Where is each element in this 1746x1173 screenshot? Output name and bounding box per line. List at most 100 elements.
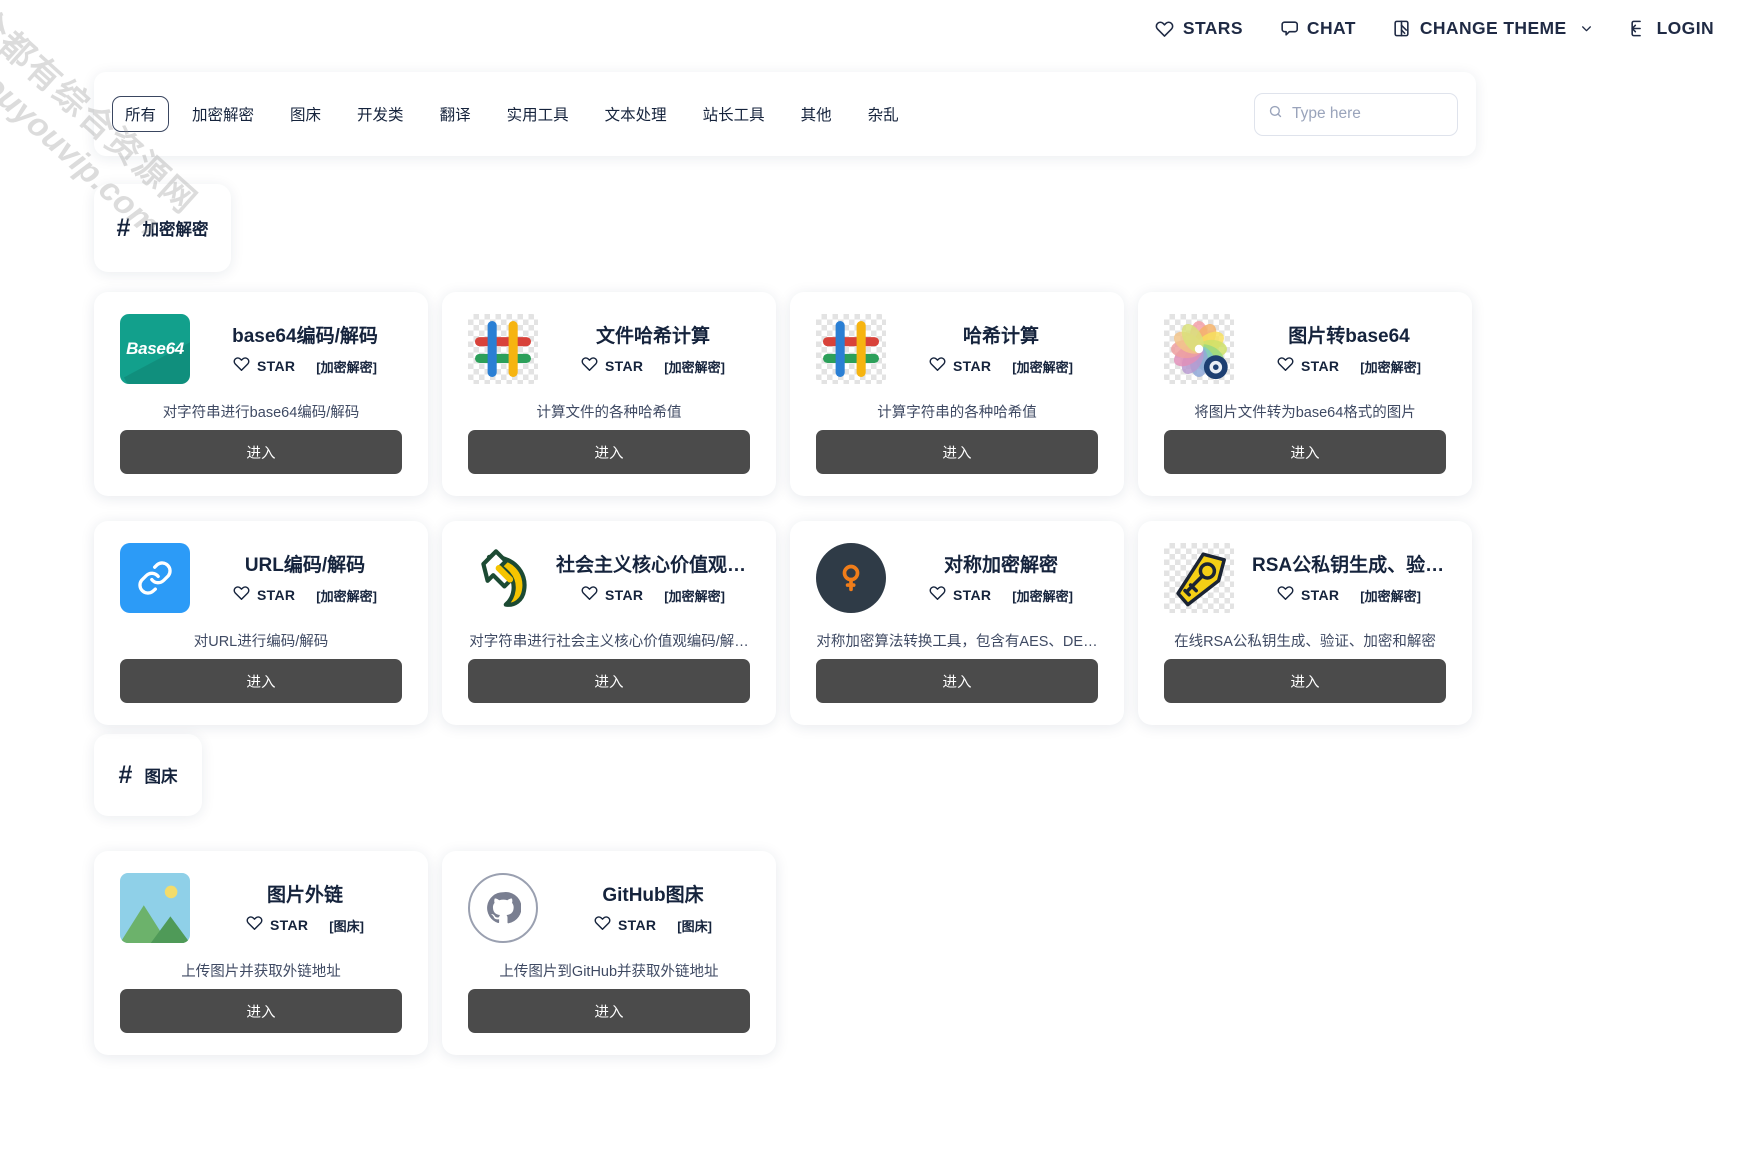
star-label[interactable]: STAR [257,358,295,374]
nav-label-chat: CHAT [1306,17,1356,38]
nav-label-change-theme: CHANGE THEME [1419,17,1567,38]
card-subline: STAR [加密解密] [556,355,750,377]
card-header: RSA公私钥生成、验证… STAR [加密解密] [1164,543,1446,613]
category-tab-3[interactable]: 开发类 [344,96,417,132]
card-description: 在线RSA公私钥生成、验证、加密和解密 [1174,634,1436,650]
heart-icon[interactable] [929,584,946,606]
category-tab-2[interactable]: 图床 [277,96,334,132]
card-category: [加密解密] [664,588,725,604]
card-subline: STAR [加密解密] [904,584,1098,606]
tool-card[interactable]: 对称加密解密 STAR [加密解密] 对称加密算法转换工具，包含有AES、DE… 进入 [790,521,1124,725]
category-tab-4[interactable]: 翻译 [427,96,484,132]
search-icon [1268,104,1283,124]
card-header: 社会主义核心价值观编… STAR [加密解密] [468,543,750,613]
category-tab-5[interactable]: 实用工具 [494,96,582,132]
category-tab-9[interactable]: 杂乱 [855,96,912,132]
heart-icon[interactable] [233,355,250,377]
card-category: [加密解密] [664,359,725,375]
card-description: 对称加密算法转换工具，包含有AES、DE… [816,634,1098,650]
link-icon [120,543,190,613]
login-icon [1629,19,1648,38]
heart-icon[interactable] [581,584,598,606]
enter-button[interactable]: 进入 [468,659,750,703]
nav-item-change-theme[interactable]: CHANGE THEME [1392,18,1593,39]
tool-card[interactable]: Base64 base64编码/解码 STAR [加密解密] 对字符串进行base64编… [94,292,428,496]
card-title: 图片转base64 [1288,326,1410,347]
card-title: 社会主义核心价值观编… [556,555,750,576]
star-label[interactable]: STAR [257,587,295,603]
heart-icon[interactable] [581,355,598,377]
category-tab-1[interactable]: 加密解密 [179,96,267,132]
card-title: GitHub图床 [602,885,704,906]
tool-card[interactable]: 图片外链 STAR [图床] 上传图片并获取外链地址 进入 [94,851,428,1055]
category-tab-0[interactable]: 所有 [112,96,170,132]
search-box[interactable] [1254,92,1458,136]
section-title: 加密解密 [142,221,209,239]
enter-button[interactable]: 进入 [468,989,750,1033]
card-title: 对称加密解密 [943,555,1058,576]
enter-button[interactable]: 进入 [816,430,1098,474]
star-label[interactable]: STAR [605,358,643,374]
enter-button[interactable]: 进入 [1164,430,1446,474]
page-root: 全都有综合资源网 douyouvip.com STARS CHAT CHANGE… [0,0,1746,1173]
tool-card[interactable]: 社会主义核心价值观编… STAR [加密解密] 对字符串进行社会主义核心价值观编码/解… [442,521,776,725]
card-meta: URL编码/解码 STAR [加密解密] [208,550,402,606]
heart-icon[interactable] [1277,355,1294,377]
heart-icon[interactable] [929,355,946,377]
base64-icon-text: Base64 [126,339,184,358]
theme-icon [1392,19,1411,38]
card-meta: 文件哈希计算 STAR [加密解密] [556,321,750,377]
card-description: 上传图片到GitHub并获取外链地址 [499,964,719,980]
star-label[interactable]: STAR [953,587,991,603]
card-description: 计算文件的各种哈希值 [536,405,682,421]
tool-card[interactable]: 哈希计算 STAR [加密解密] 计算字符串的各种哈希值 进入 [790,292,1124,496]
nav-item-login[interactable]: LOGIN [1629,18,1714,39]
section-header-图床: # 图床 [94,734,202,816]
heart-icon[interactable] [594,914,611,936]
category-tab-6[interactable]: 文本处理 [592,96,680,132]
category-tab-7[interactable]: 站长工具 [690,96,778,132]
category-tab-8[interactable]: 其他 [788,96,845,132]
star-label[interactable]: STAR [618,917,656,933]
card-category: [加密解密] [1012,359,1073,375]
card-description: 对URL进行编码/解码 [193,634,329,650]
tool-card[interactable]: 图片转base64 STAR [加密解密] 将图片文件转为base64格式的图片 进入 [1138,292,1472,496]
star-label[interactable]: STAR [1301,587,1339,603]
search-input[interactable] [1292,105,1444,123]
star-label[interactable]: STAR [1301,358,1339,374]
tool-card[interactable]: 文件哈希计算 STAR [加密解密] 计算文件的各种哈希值进入 [442,292,776,496]
card-description: 对字符串进行社会主义核心价值观编码/解… [469,634,749,650]
card-title: URL编码/解码 [244,555,366,576]
enter-button[interactable]: 进入 [120,989,402,1033]
github-icon [468,873,538,943]
enter-button[interactable]: 进入 [120,659,402,703]
heart-icon[interactable] [246,914,263,936]
enter-button[interactable]: 进入 [468,430,750,474]
enter-button[interactable]: 进入 [120,430,402,474]
chevron-down-icon[interactable] [1580,22,1593,35]
heart-icon[interactable] [233,584,250,606]
nav-item-chat[interactable]: CHAT [1279,18,1356,39]
heart-icon[interactable] [1277,584,1294,606]
tool-card[interactable]: RSA公私钥生成、验证… STAR [加密解密] 在线RSA公私钥生成、验证、加密和解… [1138,521,1472,725]
hash-icon [468,314,538,384]
nav-item-stars[interactable]: STARS [1155,18,1243,39]
hash-icon [816,314,886,384]
star-label[interactable]: STAR [605,587,643,603]
star-label[interactable]: STAR [270,917,308,933]
tool-card[interactable]: URL编码/解码 STAR [加密解密] 对URL进行编码/解码 进入 [94,521,428,725]
hammer-sickle-icon [468,543,538,613]
card-header: 文件哈希计算 STAR [加密解密] [468,314,750,384]
top-navigation-bar: STARS CHAT CHANGE THEME LOGIN [0,0,1746,56]
card-category: [加密解密] [1360,588,1421,604]
card-description: 将图片文件转为base64格式的图片 [1194,405,1416,421]
star-label[interactable]: STAR [953,358,991,374]
card-meta: base64编码/解码 STAR [加密解密] [208,321,402,377]
section-header-加密解密: # 加密解密 [94,184,231,272]
card-title: 文件哈希计算 [595,326,710,347]
card-header: GitHub图床 STAR [图床] [468,873,750,943]
enter-button[interactable]: 进入 [1164,659,1446,703]
enter-button[interactable]: 进入 [816,659,1098,703]
tool-card[interactable]: GitHub图床 STAR [图床] 上传图片到GitHub并获取外链地址 进入 [442,851,776,1055]
card-header: URL编码/解码 STAR [加密解密] [120,543,402,613]
